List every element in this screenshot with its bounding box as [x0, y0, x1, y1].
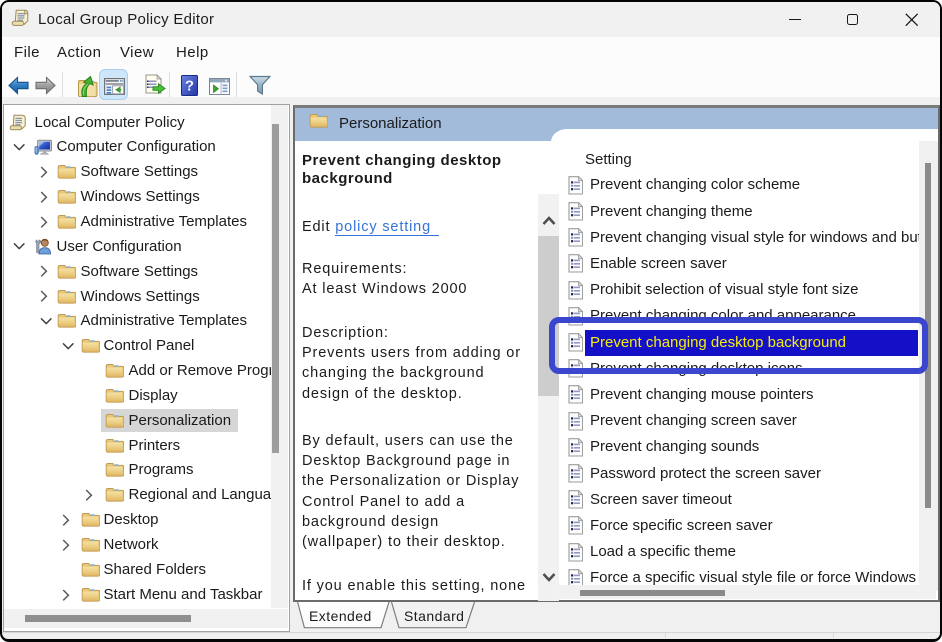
- svg-text:?: ?: [184, 77, 193, 94]
